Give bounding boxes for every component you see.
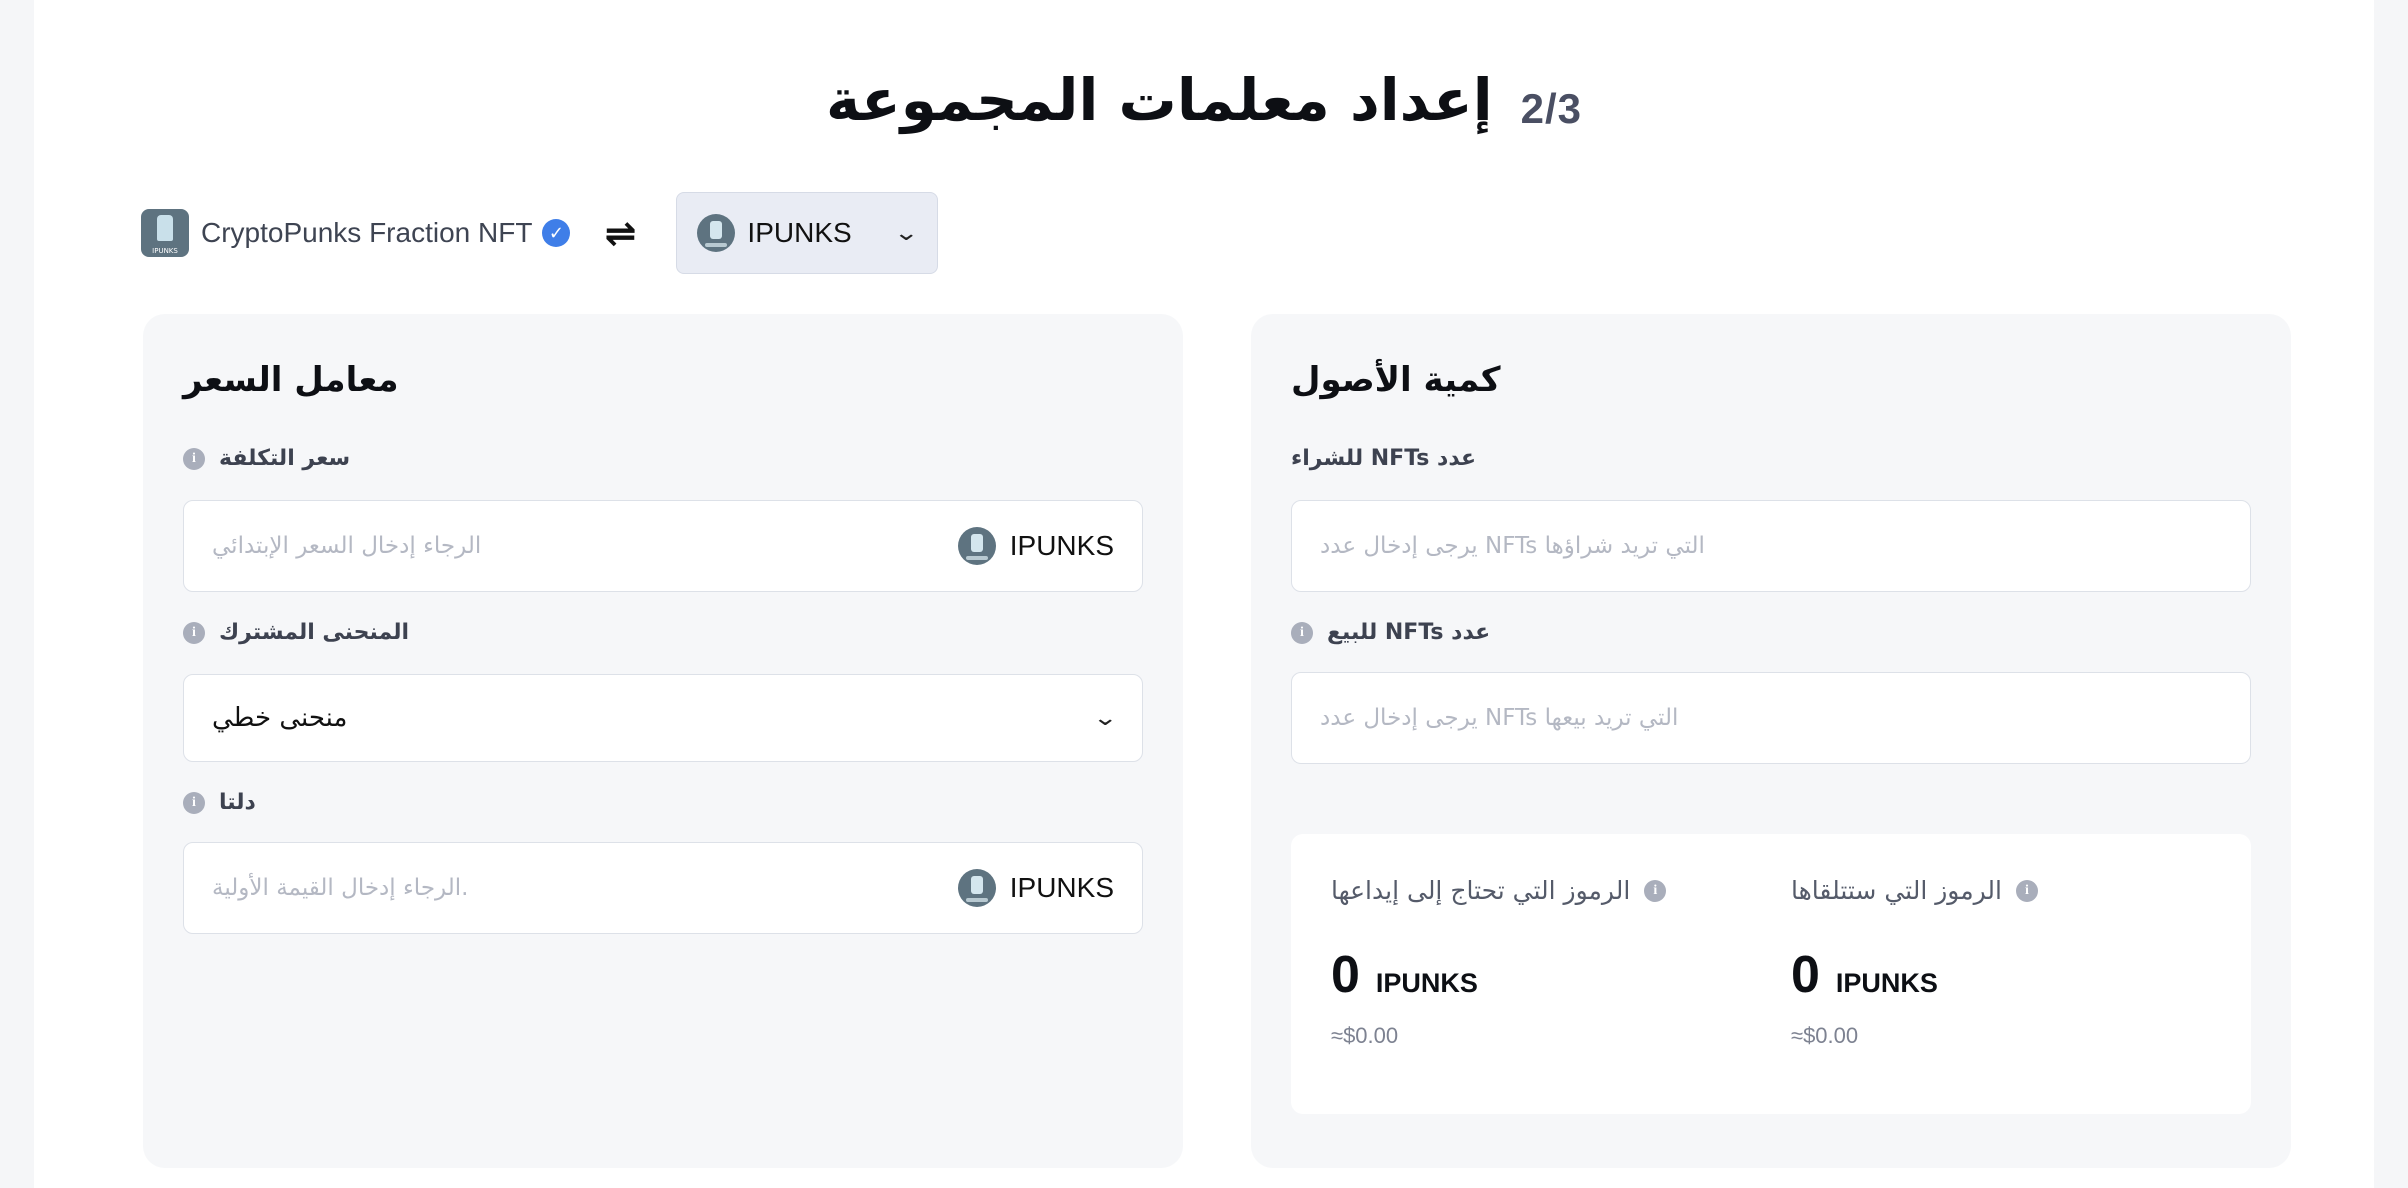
receive-amount: 0 xyxy=(1791,946,1820,1004)
delta-unit-label: IPUNKS xyxy=(1009,872,1114,903)
token-summary-card: الرموز التي تحتاج إلى إيداعها i 0 IPUNKS… xyxy=(1291,834,2251,1114)
receive-amount-row: 0 IPUNKS xyxy=(1791,945,2038,1005)
punk-figure-icon xyxy=(157,215,173,241)
receive-summary: الرموز التي ستتلقاها i 0 IPUNKS ≈$0.00 xyxy=(1791,876,2038,1049)
info-icon[interactable]: i xyxy=(183,447,205,470)
sell-count-label: عدد NFTs للبيع xyxy=(1327,620,1491,645)
asset-panel-title: كمية الأصول xyxy=(1291,360,1501,400)
deposit-amount: 0 xyxy=(1331,946,1360,1004)
token-select-dropdown[interactable]: IPUNKS ⌄ xyxy=(676,192,939,274)
nft-collection-name: CryptoPunks Fraction NFT xyxy=(201,217,533,248)
sell-count-label-row: عدد NFTs للبيع i xyxy=(1291,620,1490,645)
deposit-summary: الرموز التي تحتاج إلى إيداعها i 0 IPUNKS… xyxy=(1331,876,1667,1049)
buy-count-label-row: عدد NFTs للشراء xyxy=(1291,446,1476,471)
ipunks-token-icon xyxy=(957,527,996,565)
cost-price-placeholder: الرجاء إدخال السعر الإبتدائي xyxy=(212,533,482,559)
cost-price-label-row: سعر التكلفة i xyxy=(183,446,350,471)
token-select-value: IPUNKS xyxy=(747,217,852,248)
info-icon[interactable]: i xyxy=(2015,879,2038,902)
info-icon[interactable]: i xyxy=(1644,879,1667,902)
price-parameters-panel: معامل السعر سعر التكلفة i الرجاء إدخال ا… xyxy=(143,314,1183,1168)
swap-arrows-icon: ⇌ xyxy=(604,212,637,255)
receive-label-row: الرموز التي ستتلقاها i xyxy=(1791,876,2038,905)
step-indicator: 2/3 xyxy=(1520,85,1583,132)
verified-icon: ✓ xyxy=(542,219,571,247)
cost-price-label: سعر التكلفة xyxy=(219,446,351,471)
buy-count-input[interactable]: يرجى إدخال عدد NFTs التي تريد شراؤها xyxy=(1291,500,2251,592)
receive-usd: ≈$0.00 xyxy=(1791,1023,1859,1048)
price-panel-title: معامل السعر xyxy=(183,360,399,400)
cost-price-unit-label: IPUNKS xyxy=(1009,530,1114,561)
asset-quantity-panel: كمية الأصول عدد NFTs للشراء يرجى إدخال ع… xyxy=(1251,314,2291,1168)
ipunks-token-icon xyxy=(957,869,996,907)
info-icon[interactable]: i xyxy=(183,791,205,814)
deposit-usd: ≈$0.00 xyxy=(1331,1023,1399,1048)
curve-label-row: المنحنى المشترك i xyxy=(183,620,409,645)
nft-collection-thumbnail: IPUNKS xyxy=(141,209,189,257)
cost-price-unit: IPUNKS xyxy=(957,527,1114,565)
delta-placeholder: الرجاء إدخال القيمة الأولية. xyxy=(212,875,469,901)
curve-label: المنحنى المشترك xyxy=(219,620,410,645)
buy-count-placeholder: يرجى إدخال عدد NFTs التي تريد شراؤها xyxy=(1320,533,1705,559)
delta-label-row: دلتا i xyxy=(183,790,256,815)
pair-row: IPUNKS CryptoPunks Fraction NFT ✓ ⇌ IPUN… xyxy=(141,192,939,274)
info-icon[interactable]: i xyxy=(183,621,205,644)
page-title: إعداد معلمات المجموعة xyxy=(825,66,1493,134)
ipunks-token-icon xyxy=(697,214,736,252)
title-row: 2/3 إعداد معلمات المجموعة xyxy=(34,66,2374,134)
deposit-label-row: الرموز التي تحتاج إلى إيداعها i xyxy=(1331,876,1667,905)
sell-count-input[interactable]: يرجى إدخال عدد NFTs التي تريد بيعها xyxy=(1291,672,2251,764)
receive-unit: IPUNKS xyxy=(1835,968,1938,998)
curve-select[interactable]: منحنى خطي ⌄ xyxy=(183,674,1143,762)
delta-input[interactable]: الرجاء إدخال القيمة الأولية. IPUNKS xyxy=(183,842,1143,934)
receive-label: الرموز التي ستتلقاها xyxy=(1791,876,2002,905)
delta-label: دلتا xyxy=(219,790,256,815)
info-icon[interactable]: i xyxy=(1291,621,1313,644)
buy-count-label: عدد NFTs للشراء xyxy=(1291,446,1477,471)
deposit-amount-row: 0 IPUNKS xyxy=(1331,945,1666,1005)
delta-unit: IPUNKS xyxy=(957,869,1114,907)
deposit-unit: IPUNKS xyxy=(1375,968,1478,998)
page-container: 2/3 إعداد معلمات المجموعة IPUNKS CryptoP… xyxy=(34,0,2374,1188)
chevron-down-icon: ⌄ xyxy=(1091,705,1118,730)
curve-select-value: منحنى خطي xyxy=(212,703,348,733)
sell-count-placeholder: يرجى إدخال عدد NFTs التي تريد بيعها xyxy=(1320,705,1679,731)
thumbnail-tag: IPUNKS xyxy=(152,247,178,255)
deposit-label: الرموز التي تحتاج إلى إيداعها xyxy=(1331,876,1631,905)
chevron-down-icon: ⌄ xyxy=(893,220,920,245)
cost-price-input[interactable]: الرجاء إدخال السعر الإبتدائي IPUNKS xyxy=(183,500,1143,592)
